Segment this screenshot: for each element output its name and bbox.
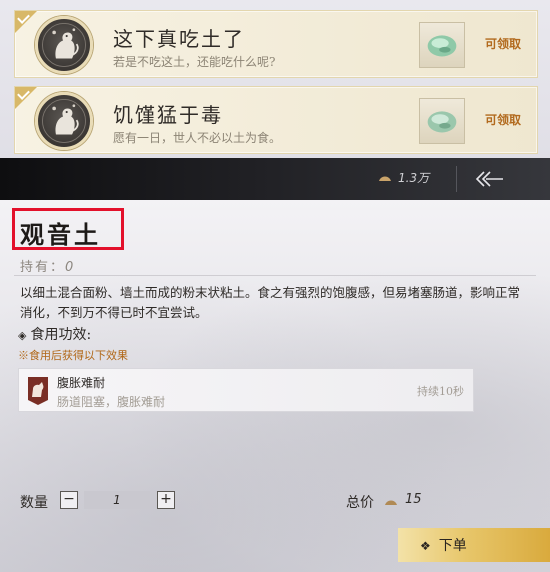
monkey-emblem-icon [35, 16, 93, 74]
currency-value: 1.3万 [398, 171, 430, 185]
claim-button[interactable]: 可领取 [485, 35, 521, 52]
holding-value: 0 [65, 260, 74, 275]
divider [456, 166, 457, 192]
effect-heading-text: 食用功效: [30, 327, 92, 343]
item-name: 观音土 [20, 220, 101, 249]
buff-card: 腹胀难耐 肠道阻塞，腹胀难耐 持续10秒 [18, 368, 474, 412]
double-chevron-left-icon[interactable] [474, 170, 504, 188]
claim-button[interactable]: 可领取 [485, 111, 521, 128]
achievement-title: 饥馑猛于毒 [113, 103, 223, 127]
buff-name: 腹胀难耐 [57, 376, 106, 390]
achievement-title: 这下真吃土了 [113, 27, 245, 51]
buff-duration: 持续10秒 [417, 385, 464, 398]
diamond-icon: ❖ [420, 539, 431, 553]
quantity-minus-button[interactable]: − [60, 491, 78, 509]
achievement-card: 饥馑猛于毒 愿有一日，世人不必以土为食。 可领取 [14, 86, 538, 154]
diamond-icon: ◈ [18, 329, 27, 342]
completed-check-icon [15, 11, 37, 33]
holding-count: 持有：0 [20, 256, 73, 275]
coin-icon [379, 176, 391, 181]
buff-desc: 肠道阻塞，腹胀难耐 [57, 395, 166, 409]
quantity-input[interactable] [84, 491, 150, 509]
horse-buff-icon [28, 377, 48, 405]
achievement-desc: 愿有一日，世人不必以土为食。 [113, 131, 282, 145]
jade-reward-icon[interactable] [419, 22, 465, 68]
monkey-emblem-icon [35, 92, 93, 150]
total-price-label: 总价 [346, 495, 374, 511]
coin-icon [385, 500, 397, 505]
effect-note: ※食用后获得以下效果 [18, 349, 128, 362]
completed-check-icon [15, 87, 37, 109]
order-button[interactable]: ❖ 下单 [398, 528, 550, 562]
effect-heading: ◈ 食用功效: [18, 324, 91, 344]
divider [14, 275, 536, 276]
item-description: 以细土混合面粉、墙土而成的粉末状粘土。食之有强烈的饱腹感，但易堵塞肠道，影响正常… [20, 285, 521, 320]
order-button-label: 下单 [438, 538, 467, 554]
achievement-desc: 若是不吃这土，还能吃什么呢? [113, 55, 276, 69]
total-price-value: 15 [405, 492, 422, 507]
top-bar: 1.3万 [0, 158, 550, 200]
quantity-plus-button[interactable]: + [157, 491, 175, 509]
item-detail-panel: 观音土 持有：0 以细土混合面粉、墙土而成的粉末状粘土。食之有强烈的饱腹感，但易… [0, 200, 550, 572]
holding-label: 持有： [20, 260, 66, 275]
quantity-label: 数量 [20, 495, 48, 511]
jade-reward-icon[interactable] [419, 98, 465, 144]
achievement-card: 这下真吃土了 若是不吃这土，还能吃什么呢? 可领取 [14, 10, 538, 78]
